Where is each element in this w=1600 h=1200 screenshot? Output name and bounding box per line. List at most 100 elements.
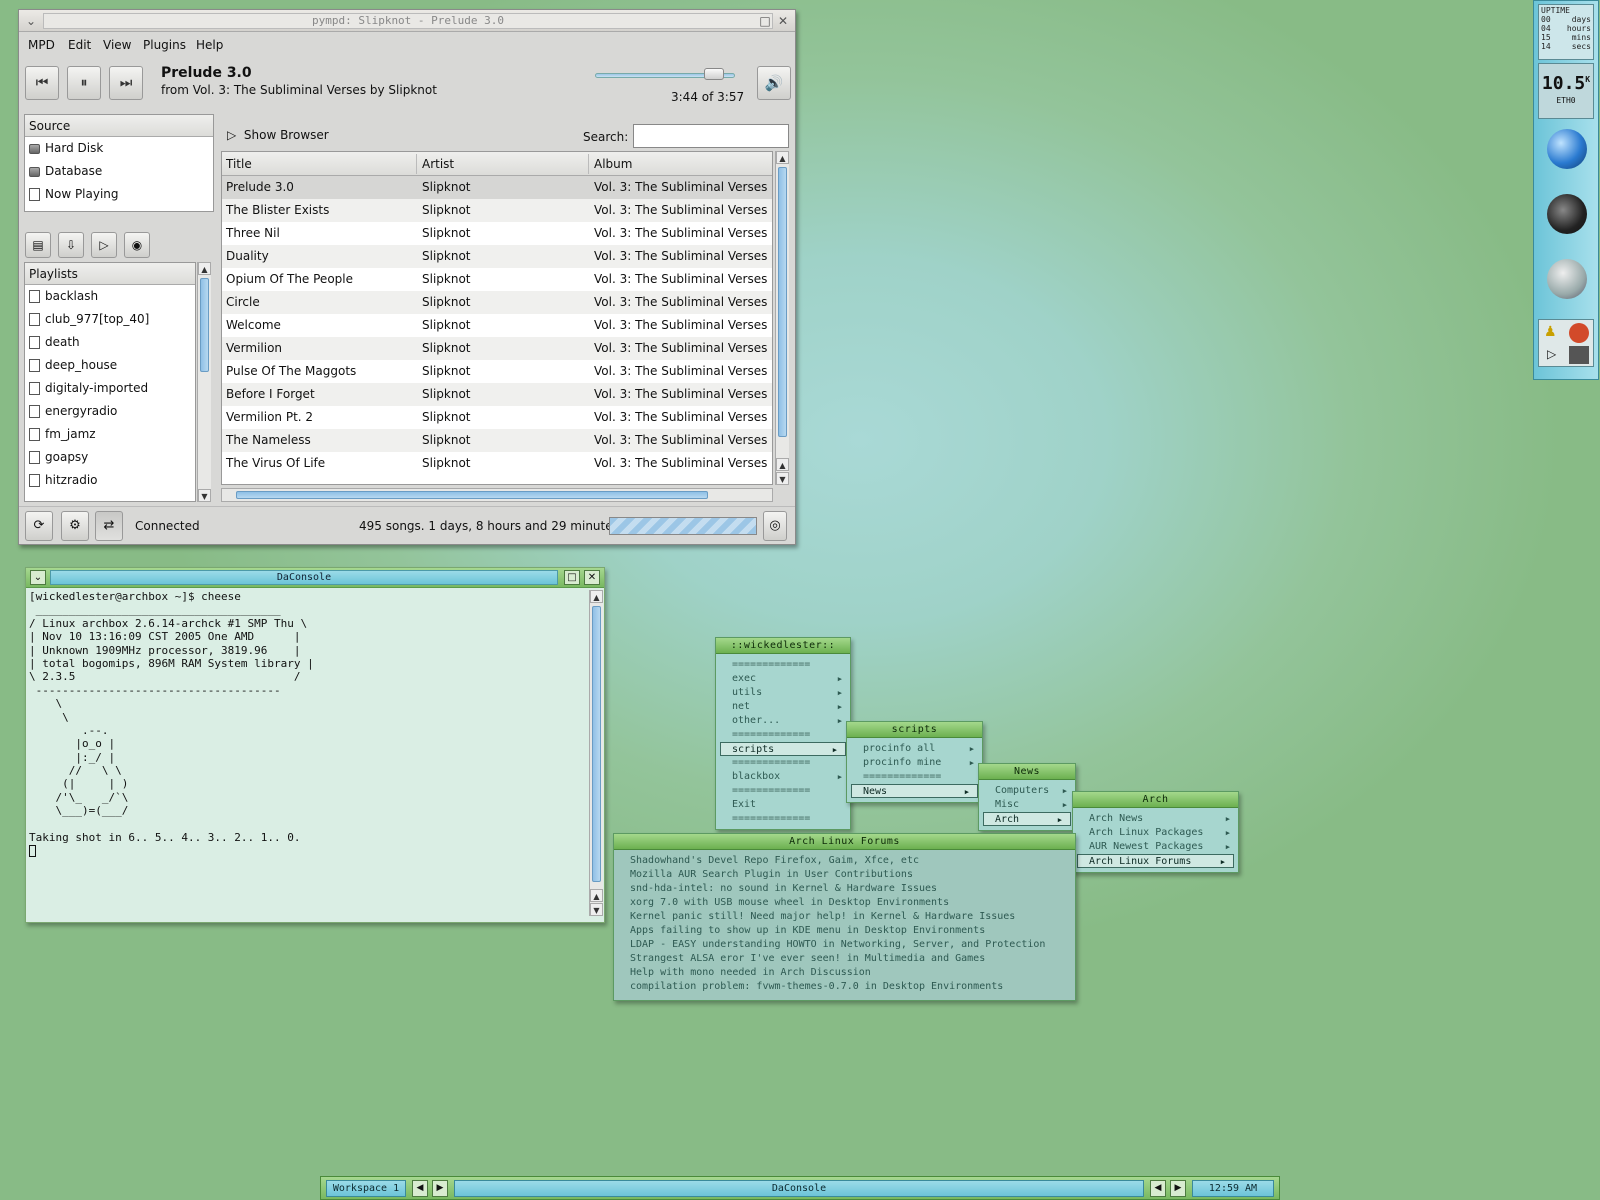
menu-item-computers[interactable]: Computers ▶ (979, 784, 1075, 798)
person-icon[interactable]: ♟ (1544, 324, 1557, 340)
menu-item-ldap-easy-understanding-howto-in-networking-server-and-protection[interactable]: LDAP - EASY understanding HOWTO in Netwo… (614, 938, 1075, 952)
scroll-thumb[interactable] (592, 606, 601, 882)
menu-item-arch-linux-forums[interactable]: Arch Linux Forums ▶ (1077, 854, 1234, 868)
scroll-thumb[interactable] (200, 278, 209, 372)
menu-item-blackbox[interactable]: blackbox ▶ (716, 770, 850, 784)
menu-item-strangest-alsa-eror-i-ve-ever-seen-in-multimedia-and-games[interactable]: Strangest ALSA eror I've ever seen! in M… (614, 952, 1075, 966)
menu-item-compilation-problem-fvwm-themes-0-7-0-in-desktop-environments[interactable]: compilation problem: fvwm-themes-0.7.0 i… (614, 980, 1075, 994)
menu-item-misc[interactable]: Misc ▶ (979, 798, 1075, 812)
table-row[interactable]: Before I Forget Slipknot Vol. 3: The Subli… (222, 383, 772, 406)
next-window-icon[interactable]: ▶ (1170, 1180, 1186, 1197)
table-row[interactable]: Duality Slipknot Vol. 3: The Subliminal Ve… (222, 245, 772, 268)
play-button[interactable]: ▷ (91, 232, 117, 258)
table-row[interactable]: Vermilion Slipknot Vol. 3: The Subliminal … (222, 337, 772, 360)
library-button[interactable]: ▤ (25, 232, 51, 258)
play-icon[interactable]: ▷ (1547, 347, 1556, 361)
menu-item-help-with-mono-needed-in-arch-discussion[interactable]: Help with mono needed in Arch Discussion (614, 966, 1075, 980)
menu-item-scripts[interactable]: scripts ▶ (720, 742, 846, 756)
source-item-now-playing[interactable]: Now Playing (25, 183, 213, 206)
playlist-item[interactable]: energyradio (25, 400, 195, 423)
table-row[interactable]: Circle Slipknot Vol. 3: The Subliminal Ver… (222, 291, 772, 314)
menu-mpd[interactable]: MPD (28, 38, 55, 52)
menu-item-arch[interactable]: Arch ▶ (983, 812, 1071, 826)
pause-button[interactable]: ⏸ (67, 66, 101, 100)
playlist-item[interactable]: digitaly-imported (25, 377, 195, 400)
mute-button[interactable]: 🔊 (757, 66, 791, 100)
playlists-scrollbar[interactable]: ▲ ▼ (197, 262, 211, 502)
flash-icon[interactable] (1569, 323, 1589, 343)
column-divider[interactable] (588, 154, 589, 174)
menu-item-other[interactable]: other... ▶ (716, 714, 850, 728)
menu-item-xorg-7-0-with-usb-mouse-wheel-in-desktop-environments[interactable]: xorg 7.0 with USB mouse wheel in Desktop… (614, 896, 1075, 910)
workspace-label[interactable]: Workspace 1 (326, 1180, 406, 1197)
tracklist-hscrollbar[interactable] (221, 488, 773, 502)
speaker-icon[interactable] (1547, 194, 1587, 234)
scroll-up-icon[interactable]: ▲ (776, 458, 789, 471)
menu-item-shadowhand-s-devel-repo-firefox-gaim-xfce-etc[interactable]: Shadowhand's Devel Repo Firefox, Gaim, X… (614, 854, 1075, 868)
column-album[interactable]: Album (594, 157, 632, 171)
playlist-item[interactable]: backlash (25, 285, 195, 308)
download-button[interactable]: ⇩ (58, 232, 84, 258)
table-row[interactable]: Welcome Slipknot Vol. 3: The Subliminal Ve… (222, 314, 772, 337)
table-row[interactable]: Vermilion Pt. 2 Slipknot Vol. 3: The Subli… (222, 406, 772, 429)
previous-button[interactable]: ⏮ (25, 66, 59, 100)
menu-item-net[interactable]: net ▶ (716, 700, 850, 714)
menu-plugins[interactable]: Plugins (143, 38, 186, 52)
maximize-icon[interactable]: □ (757, 13, 773, 29)
hscroll-thumb[interactable] (236, 491, 708, 499)
scroll-up-icon[interactable]: ▲ (198, 262, 211, 275)
menu-item-exec[interactable]: exec ▶ (716, 672, 850, 686)
menu-item-news[interactable]: News ▶ (851, 784, 978, 798)
source-item-database[interactable]: Database (25, 160, 213, 183)
table-row[interactable]: The Blister Exists Slipknot Vol. 3: The Su… (222, 199, 772, 222)
search-input[interactable] (633, 124, 789, 148)
playlist-item[interactable]: death (25, 331, 195, 354)
window-menu-icon[interactable]: ⌄ (23, 13, 39, 29)
settings-button[interactable]: ◎ (763, 511, 787, 541)
scroll-down-icon[interactable]: ▼ (776, 472, 789, 485)
scroll-up-icon[interactable]: ▲ (776, 151, 789, 164)
menu-item-exit[interactable]: Exit (716, 798, 850, 812)
maximize-icon[interactable]: □ (564, 570, 580, 585)
source-item-hard-disk[interactable]: Hard Disk (25, 137, 213, 160)
menu-item-kernel-panic-still-need-major-help-in-kernel-hardware-issues[interactable]: Kernel panic still! Need major help! in … (614, 910, 1075, 924)
save-button[interactable]: ◉ (124, 232, 150, 258)
menu-item-aur-newest-packages[interactable]: AUR Newest Packages ▶ (1073, 840, 1238, 854)
app-icon[interactable] (1569, 346, 1589, 364)
trash-icon[interactable] (1547, 259, 1587, 299)
scroll-thumb[interactable] (778, 167, 787, 437)
volume-slider-handle[interactable] (704, 68, 724, 80)
globe-icon[interactable] (1547, 129, 1587, 169)
taskbar-window-button[interactable]: DaConsole (454, 1180, 1144, 1197)
playlist-item[interactable]: goapsy (25, 446, 195, 469)
console-scrollbar[interactable]: ▲ ▲ ▼ (589, 590, 603, 916)
menu-item-snd-hda-intel-no-sound-in-kernel-hardware-issues[interactable]: snd-hda-intel: no sound in Kernel & Hard… (614, 882, 1075, 896)
menu-item-arch-linux-packages[interactable]: Arch Linux Packages ▶ (1073, 826, 1238, 840)
console-titlebar[interactable]: ⌄ DaConsole □ ✕ (26, 568, 604, 588)
scroll-up-icon[interactable]: ▲ (590, 590, 603, 603)
column-divider[interactable] (416, 154, 417, 174)
column-title[interactable]: Title (226, 157, 252, 171)
scroll-down-icon[interactable]: ▼ (198, 489, 211, 502)
table-row[interactable]: Prelude 3.0 Slipknot Vol. 3: The Sublimina… (222, 176, 772, 199)
table-row[interactable]: The Nameless Slipknot Vol. 3: The Sublimin… (222, 429, 772, 452)
menu-item-procinfo-mine[interactable]: procinfo mine ▶ (847, 756, 982, 770)
close-icon[interactable]: ✕ (775, 13, 791, 29)
menu-item-apps-failing-to-show-up-in-kde-menu-in-desktop-environments[interactable]: Apps failing to show up in KDE menu in D… (614, 924, 1075, 938)
close-icon[interactable]: ✕ (584, 570, 600, 585)
playlist-item[interactable]: club_977[top_40] (25, 308, 195, 331)
menu-view[interactable]: View (103, 38, 131, 52)
terminal-output[interactable]: [wickedlester@archbox ~]$ cheese _______… (29, 590, 579, 916)
menu-help[interactable]: Help (196, 38, 223, 52)
previous-window-icon[interactable]: ◀ (1150, 1180, 1166, 1197)
shuffle-button[interactable]: ⇄ (95, 511, 123, 541)
menu-item-procinfo-all[interactable]: procinfo all ▶ (847, 742, 982, 756)
scroll-down-icon[interactable]: ▼ (590, 903, 603, 916)
table-row[interactable]: Pulse Of The Maggots Slipknot Vol. 3: The … (222, 360, 772, 383)
next-button[interactable]: ⏭ (109, 66, 143, 100)
show-browser-toggle[interactable]: ▷ Show Browser (227, 128, 329, 142)
menu-edit[interactable]: Edit (68, 38, 91, 52)
previous-workspace-icon[interactable]: ◀ (412, 1180, 428, 1197)
table-row[interactable]: Three Nil Slipknot Vol. 3: The Subliminal … (222, 222, 772, 245)
column-artist[interactable]: Artist (422, 157, 454, 171)
